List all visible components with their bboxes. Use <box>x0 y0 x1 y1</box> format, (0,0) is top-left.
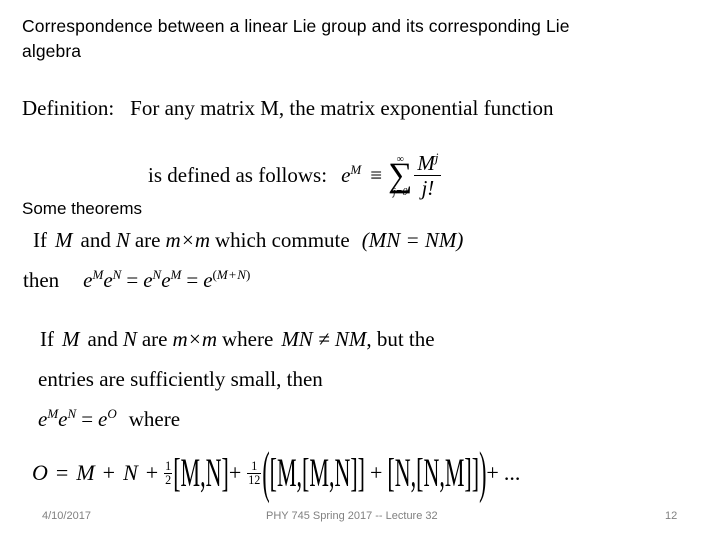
theorem-2-line-3: eMeN = eO where <box>38 407 180 432</box>
bch-lhs: O <box>32 460 48 486</box>
thm2-dimension: m×m <box>172 327 217 351</box>
half-numerator: 1 <box>165 459 172 473</box>
bch-bracket-2: [M,[M,N]] <box>269 449 365 496</box>
theorem-2-line-1: If Mand Nare m×m where MN ≠ NM, but the <box>40 327 435 352</box>
summation-lower-limit: j=0 <box>392 186 408 198</box>
thm2-matrix-m: M <box>62 327 80 351</box>
thm1-commute-text: which commute <box>215 228 350 252</box>
footer-course-label: PHY 745 Spring 2017 -- Lecture 32 <box>266 510 438 522</box>
bch-formula: O = M + N +1 2 [M,N] +1 12([M,[M,N]] + [N,[N,M]]) +.… <box>32 440 521 505</box>
thm2-but-the: , but the <box>366 327 435 351</box>
page-title: Correspondence between a linear Lie grou… <box>22 16 570 61</box>
slide-canvas: Correspondence between a linear Lie grou… <box>0 0 720 540</box>
numerator-base: M <box>417 151 435 175</box>
thm1-matrix-n: N <box>115 228 130 252</box>
theorem-1-line-1: If Mand Nare m×m which commute (MN = NM) <box>33 228 463 253</box>
matrix-exponential-lhs: eM <box>341 163 361 188</box>
theorem-2-line-2: entries are sufficiently small, then <box>38 367 323 391</box>
thm2-are: are <box>141 327 168 351</box>
twelfth-numerator: 1 <box>251 459 258 473</box>
footer-date: 4/10/2017 <box>42 510 91 522</box>
thm2-matrix-n: N <box>122 327 137 351</box>
bch-bracket-1: [M,N] <box>173 449 229 496</box>
twelfth-denominator: 12 <box>248 473 261 488</box>
identity-relation-symbol: ≡ <box>370 163 383 188</box>
bch-equals: = <box>55 460 69 486</box>
summand-fraction: Mj j! <box>414 150 442 201</box>
exponential-base: e <box>341 163 351 188</box>
thm1-equation: eMeN = eNeM = e(M + N) <box>83 267 251 292</box>
bch-term-n: N <box>123 460 138 486</box>
thm2-and: and <box>87 327 118 351</box>
thm1-then: then <box>23 268 60 292</box>
bch-plus-2: + <box>145 460 159 486</box>
thm2-where-2: where <box>128 407 181 431</box>
bch-group-open: ( <box>262 439 270 505</box>
thm1-matrix-m: M <box>55 228 73 252</box>
half-denominator: 2 <box>165 473 172 488</box>
theorems-heading: Some theorems <box>22 199 142 218</box>
thm1-and: and <box>80 228 111 252</box>
bch-coefficient-half: 12 <box>164 459 173 488</box>
bch-plus-3: + <box>228 460 242 486</box>
definition-line-2-text: is defined as follows: <box>148 163 328 188</box>
theorem-1-line-2: then eMeN = eNeM = e(M + N) <box>23 268 250 293</box>
exponential-exponent: M <box>350 162 362 178</box>
bch-plus-4: + <box>370 460 383 486</box>
thm2-equation: eMeN = eO <box>38 406 117 431</box>
thm2-where: where <box>222 327 274 351</box>
thm2-if: If <box>40 327 54 351</box>
bch-plus-5: + <box>486 460 499 486</box>
footer-page-number: 12 <box>665 510 678 522</box>
numerator-exponent: j <box>434 150 439 165</box>
definition-label: Definition: <box>22 96 115 120</box>
thm1-dimension: m×m <box>165 228 210 252</box>
thm1-if: If <box>33 228 47 252</box>
thm1-commute-condition: (MN = NM) <box>361 228 464 252</box>
bch-coefficient-twelfth: 1 12 <box>247 459 262 488</box>
definition-line-1: Definition: For any matrix M, the matrix … <box>22 96 554 121</box>
bch-ellipsis: ... <box>503 460 521 486</box>
summation-operator: ∞ ∑ j=0 <box>388 155 412 198</box>
definition-line-1-text: For any matrix M, the matrix exponential… <box>130 96 554 120</box>
thm2-noncommute-condition: MN ≠ NM <box>281 327 367 351</box>
sigma-icon: ∑ <box>388 157 413 195</box>
thm1-are: are <box>134 228 161 252</box>
bch-term-m: M <box>76 460 95 486</box>
bch-group-close: ) <box>479 439 487 505</box>
bch-bracket-3: [N,[N,M]] <box>387 449 480 496</box>
fraction-denominator: j! <box>421 176 435 201</box>
fraction-numerator: Mj <box>414 150 441 175</box>
definition-line-2: is defined as follows: eM ≡ ∞ ∑ j=0 Mj j… <box>148 150 442 201</box>
bch-plus-1: + <box>102 460 116 486</box>
